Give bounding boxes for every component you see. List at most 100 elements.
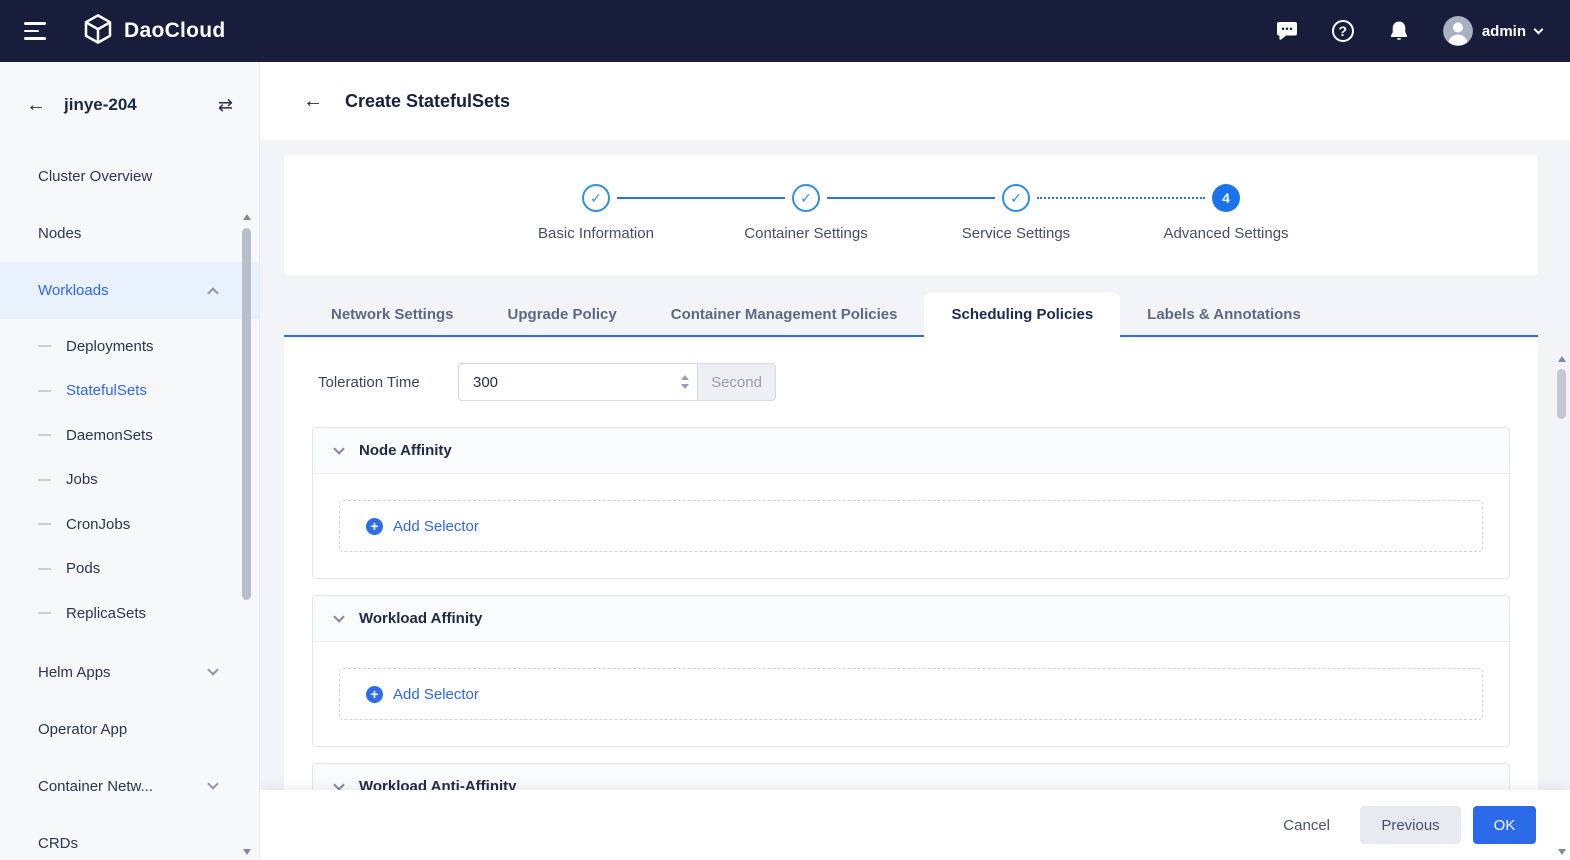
add-selector-label: Add Selector xyxy=(393,518,479,535)
step-check-icon: ✓ xyxy=(582,184,610,212)
switch-cluster-icon[interactable]: ⇄ xyxy=(218,95,233,116)
dash-icon xyxy=(38,434,51,436)
step-label: Service Settings xyxy=(962,225,1070,242)
check-glyph: ✓ xyxy=(800,190,812,207)
cancel-button[interactable]: Cancel xyxy=(1283,817,1330,834)
scheduling-policies-panel: Toleration Time Second xyxy=(284,337,1538,851)
sidebar-item-label: ReplicaSets xyxy=(66,605,146,622)
spinner-down-icon[interactable] xyxy=(681,384,689,389)
workloads-submenu: Deployments StatefulSets DaemonSets Jobs xyxy=(0,319,259,644)
sidebar-item-label: Helm Apps xyxy=(38,664,111,681)
daocloud-logo[interactable]: DaoCloud xyxy=(82,13,226,50)
node-affinity-header[interactable]: Node Affinity xyxy=(313,428,1509,474)
sidebar-item-cronjobs[interactable]: CronJobs xyxy=(0,502,259,547)
chat-icon[interactable] xyxy=(1275,19,1299,43)
step-container-settings[interactable]: ✓ Container Settings xyxy=(701,184,911,242)
tab-labels-annotations[interactable]: Labels & Annotations xyxy=(1120,293,1328,337)
menu-icon[interactable] xyxy=(24,22,46,40)
scrollbar-thumb[interactable] xyxy=(1557,369,1566,419)
tabs-underline xyxy=(284,335,1538,337)
scroll-down-icon[interactable] xyxy=(243,849,251,855)
page-back-icon[interactable]: ← xyxy=(303,91,323,111)
dash-icon xyxy=(38,568,51,570)
sidebar-back-icon[interactable]: ← xyxy=(26,95,46,115)
tab-upgrade-policy[interactable]: Upgrade Policy xyxy=(481,293,644,337)
main-body: ✓ Basic Information ✓ Container Settings xyxy=(260,140,1570,851)
scroll-up-icon[interactable] xyxy=(1558,356,1566,362)
user-menu-chevron-icon[interactable] xyxy=(1534,24,1544,34)
add-selector-button[interactable]: + Add Selector xyxy=(339,668,1483,720)
dash-icon xyxy=(38,479,51,481)
chevron-down-icon xyxy=(207,778,218,789)
step-number-badge: 4 xyxy=(1212,184,1240,212)
step-label: Basic Information xyxy=(538,225,654,242)
step-check-icon: ✓ xyxy=(792,184,820,212)
dash-icon xyxy=(38,345,51,347)
workload-affinity-body: + Add Selector xyxy=(313,642,1509,746)
tabs-row: Network Settings Upgrade Policy Containe… xyxy=(284,293,1538,337)
main-scrollbar[interactable] xyxy=(1557,354,1567,858)
sidebar-nav: Cluster Overview Nodes Workloads Deploym… xyxy=(0,148,259,860)
tab-scheduling-policies[interactable]: Scheduling Policies xyxy=(924,293,1120,337)
sidebar-item-label: Pods xyxy=(66,560,100,577)
scrollbar-thumb[interactable] xyxy=(242,228,251,600)
sidebar-item-workloads[interactable]: Workloads xyxy=(0,262,259,319)
step-advanced-settings[interactable]: 4 Advanced Settings xyxy=(1121,184,1331,242)
toleration-unit: Second xyxy=(698,363,776,401)
step-basic-information[interactable]: ✓ Basic Information xyxy=(491,184,701,242)
help-icon[interactable]: ? xyxy=(1331,19,1355,43)
sidebar-item-daemonsets[interactable]: DaemonSets xyxy=(0,413,259,458)
check-glyph: ✓ xyxy=(590,190,602,207)
main-area: ← Create StatefulSets ✓ Basic Informatio… xyxy=(260,62,1570,860)
sidebar-item-pods[interactable]: Pods xyxy=(0,547,259,592)
tab-network-settings[interactable]: Network Settings xyxy=(304,293,481,337)
step-label: Container Settings xyxy=(744,225,867,242)
toleration-time-input-group xyxy=(458,363,698,401)
sidebar-item-nodes[interactable]: Nodes xyxy=(0,205,259,262)
sidebar-item-statefulsets[interactable]: StatefulSets xyxy=(0,369,259,414)
step-label: Advanced Settings xyxy=(1163,225,1288,242)
question-mark-glyph: ? xyxy=(1332,20,1354,42)
avatar[interactable] xyxy=(1443,16,1473,46)
spinner-up-icon[interactable] xyxy=(681,375,689,380)
sidebar-item-label: Container Netw... xyxy=(38,778,153,795)
sidebar-item-label: Jobs xyxy=(66,471,98,488)
sidebar-item-operator-app[interactable]: Operator App xyxy=(0,701,259,758)
sidebar-item-label: StatefulSets xyxy=(66,382,147,399)
sidebar-item-label: Deployments xyxy=(66,338,154,355)
topbar: DaoCloud ? xyxy=(0,0,1570,62)
toleration-time-input[interactable] xyxy=(458,363,698,401)
dash-icon xyxy=(38,523,51,525)
step-check-icon: ✓ xyxy=(1002,184,1030,212)
scroll-up-icon[interactable] xyxy=(243,214,251,220)
add-selector-button[interactable]: + Add Selector xyxy=(339,500,1483,552)
sidebar-scrollbar[interactable] xyxy=(242,212,252,858)
add-selector-label: Add Selector xyxy=(393,686,479,703)
previous-button[interactable]: Previous xyxy=(1360,806,1461,844)
step-connector xyxy=(617,197,785,199)
sidebar-item-replicasets[interactable]: ReplicaSets xyxy=(0,591,259,636)
sidebar-header: ← jinye-204 ⇄ xyxy=(0,62,259,148)
bell-icon[interactable] xyxy=(1387,19,1411,43)
tab-container-management-policies[interactable]: Container Management Policies xyxy=(644,293,925,337)
check-glyph: ✓ xyxy=(1010,190,1022,207)
scroll-down-icon[interactable] xyxy=(1558,849,1566,855)
ok-button[interactable]: OK xyxy=(1473,806,1536,844)
sidebar: ← jinye-204 ⇄ Cluster Overview Nodes Wor… xyxy=(0,62,260,860)
workload-affinity-header[interactable]: Workload Affinity xyxy=(313,596,1509,642)
sidebar-item-label: CronJobs xyxy=(66,516,130,533)
step-service-settings[interactable]: ✓ Service Settings xyxy=(911,184,1121,242)
sidebar-item-label: CRDs xyxy=(38,835,78,852)
cluster-name: jinye-204 xyxy=(64,95,137,115)
sidebar-item-container-network[interactable]: Container Netw... xyxy=(0,758,259,815)
plus-icon: + xyxy=(366,518,383,535)
sidebar-item-cluster-overview[interactable]: Cluster Overview xyxy=(0,148,259,205)
plus-icon: + xyxy=(366,686,383,703)
sidebar-item-helm-apps[interactable]: Helm Apps xyxy=(0,644,259,701)
sidebar-item-deployments[interactable]: Deployments xyxy=(0,324,259,369)
footer-bar: Cancel Previous OK xyxy=(260,790,1570,860)
sidebar-item-jobs[interactable]: Jobs xyxy=(0,458,259,503)
stepper: ✓ Basic Information ✓ Container Settings xyxy=(284,184,1538,242)
sidebar-item-crds[interactable]: CRDs xyxy=(0,815,259,860)
sidebar-item-label: Operator App xyxy=(38,721,127,738)
